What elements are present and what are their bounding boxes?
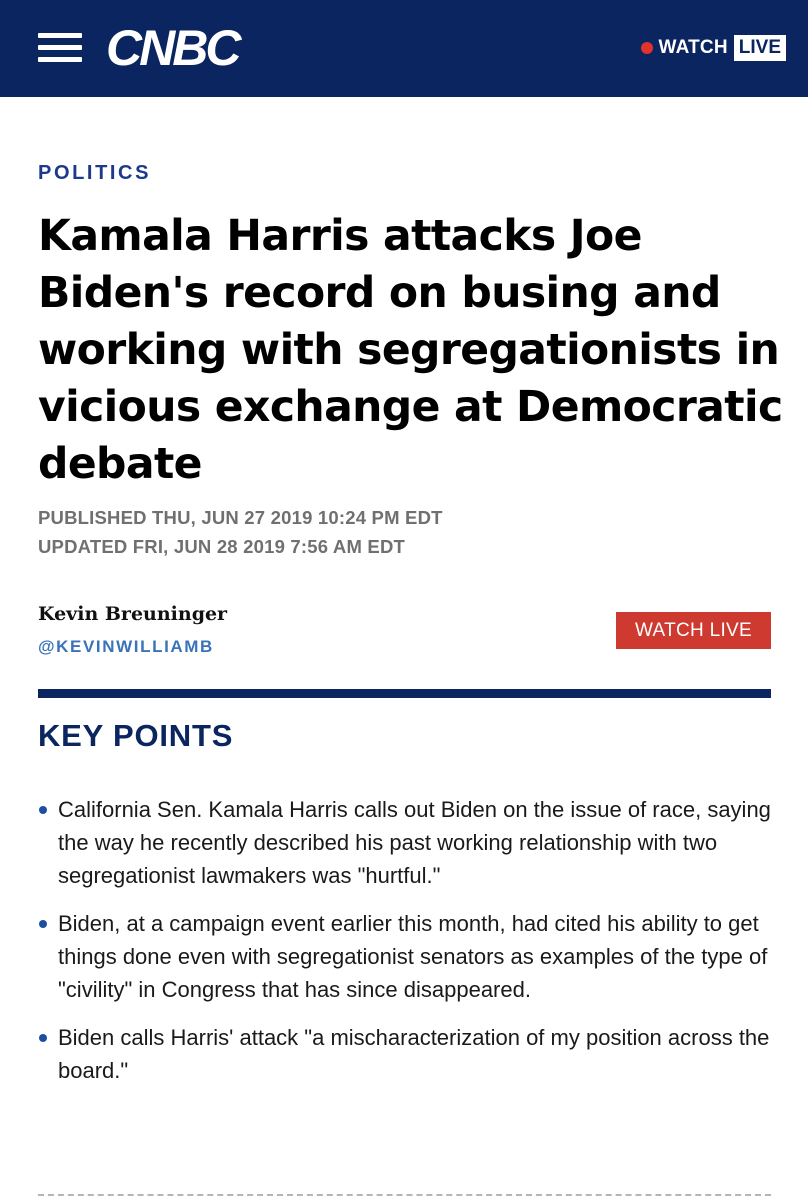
published-timestamp: PUBLISHED THU, JUN 27 2019 10:24 PM EDT [38,507,443,528]
hamburger-menu-icon[interactable] [38,31,82,63]
menu-line [38,45,82,50]
top-navigation-bar: CNBC WATCH LIVE [0,0,808,97]
bullet-icon [39,920,47,928]
key-point-item: California Sen. Kamala Harris calls out … [38,793,778,892]
menu-line [38,33,82,38]
section-label-politics[interactable]: POLITICS [38,161,151,185]
live-badge: LIVE [733,35,786,61]
key-point-text: Biden, at a campaign event earlier this … [58,911,768,1002]
updated-timestamp: UPDATED FRI, JUN 28 2019 7:56 AM EDT [38,536,406,557]
author-name[interactable]: Kevin Breuninger [38,601,227,627]
cnbc-logo[interactable]: CNBC [106,20,241,76]
watch-live-link[interactable]: WATCH LIVE [640,35,786,61]
bullet-icon [39,806,47,814]
article-timestamps: PUBLISHED THU, JUN 27 2019 10:24 PM EDT … [38,503,443,561]
key-points-divider [38,689,771,698]
key-point-item: Biden, at a campaign event earlier this … [38,907,778,1006]
key-points-list: California Sen. Kamala Harris calls out … [38,793,778,1102]
key-point-item: Biden calls Harris' attack "a mischaract… [38,1021,778,1087]
key-points-title: KEY POINTS [38,718,234,753]
key-point-text: California Sen. Kamala Harris calls out … [58,797,771,888]
watch-live-button[interactable]: WATCH LIVE [616,612,771,649]
section-dashed-divider [38,1194,771,1196]
menu-line [38,57,82,62]
author-twitter-handle[interactable]: @KEVINWILLIAMB [38,636,214,658]
key-point-text: Biden calls Harris' attack "a mischaract… [58,1025,770,1083]
watch-label: WATCH [658,37,728,58]
live-dot-icon [640,42,653,54]
bullet-icon [39,1034,47,1042]
article-headline: Kamala Harris attacks Joe Biden's record… [38,212,783,489]
